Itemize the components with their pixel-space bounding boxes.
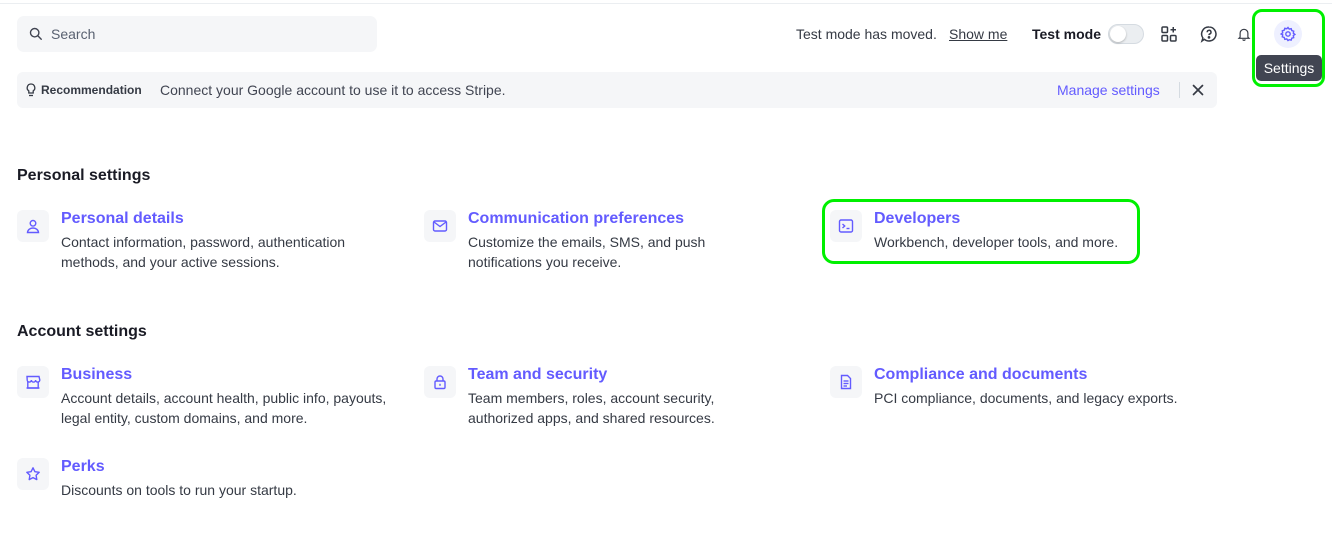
settings-button[interactable]: [1274, 20, 1302, 48]
card-description: Customize the emails, SMS, and push noti…: [468, 234, 706, 270]
manage-settings-link[interactable]: Manage settings: [1057, 82, 1160, 98]
card-icon-box: [17, 458, 49, 490]
test-mode-label: Test mode: [1032, 26, 1101, 42]
lock-icon: [434, 375, 446, 390]
card-title[interactable]: Communication preferences: [468, 210, 684, 228]
card-icon-box: [17, 210, 49, 242]
card-title[interactable]: Business: [61, 366, 132, 384]
show-me-link[interactable]: Show me: [949, 26, 1007, 42]
toggle-knob: [1110, 26, 1126, 42]
mail-icon: [432, 220, 448, 232]
apps-icon: [1161, 26, 1177, 42]
top-divider: [0, 3, 1332, 4]
personal-settings-heading: Personal settings: [17, 167, 151, 184]
close-icon[interactable]: [1191, 83, 1205, 97]
test-mode-toggle[interactable]: [1108, 24, 1144, 44]
recommendation-tag: Recommendation: [41, 83, 142, 97]
card-title[interactable]: Compliance and documents: [874, 366, 1087, 384]
search-placeholder: Search: [51, 26, 96, 42]
account-settings-heading: Account settings: [17, 323, 147, 340]
help-button[interactable]: [1197, 22, 1221, 46]
card-description: Contact information, password, authentic…: [61, 234, 346, 270]
document-icon: [840, 374, 852, 390]
card-description: Discounts on tools to run your startup.: [61, 482, 297, 498]
apps-button[interactable]: [1157, 22, 1181, 46]
star-icon: [26, 467, 40, 481]
recommendation-message: Connect your Google account to use it to…: [160, 82, 506, 98]
notifications-button[interactable]: [1237, 22, 1251, 46]
card-title[interactable]: Team and security: [468, 366, 607, 384]
settings-tooltip: Settings: [1256, 55, 1322, 81]
card-title[interactable]: Developers: [874, 210, 960, 228]
gear-icon: [1280, 26, 1296, 42]
card-description: Team members, roles, account security, a…: [468, 390, 715, 426]
card-icon-box: [424, 210, 456, 242]
banner-divider: [1179, 82, 1180, 98]
help-icon: [1200, 26, 1217, 43]
user-icon: [26, 219, 40, 234]
store-icon: [26, 375, 41, 389]
card-icon-box: [17, 366, 49, 398]
lightbulb-icon: [26, 83, 36, 97]
card-description: PCI compliance, documents, and legacy ex…: [874, 390, 1178, 406]
card-title[interactable]: Perks: [61, 458, 105, 476]
card-icon-box: [830, 210, 862, 242]
card-icon-box: [830, 366, 862, 398]
card-title[interactable]: Personal details: [61, 210, 184, 228]
search-icon: [29, 27, 42, 40]
bell-icon: [1237, 28, 1251, 41]
search-input[interactable]: Search: [17, 16, 377, 52]
card-icon-box: [424, 366, 456, 398]
recommendation-banner: Recommendation Connect your Google accou…: [17, 72, 1217, 108]
terminal-icon: [838, 219, 854, 233]
test-mode-moved-text: Test mode has moved.: [796, 26, 937, 42]
card-description: Account details, account health, public …: [61, 390, 387, 426]
card-description: Workbench, developer tools, and more.: [874, 234, 1119, 250]
